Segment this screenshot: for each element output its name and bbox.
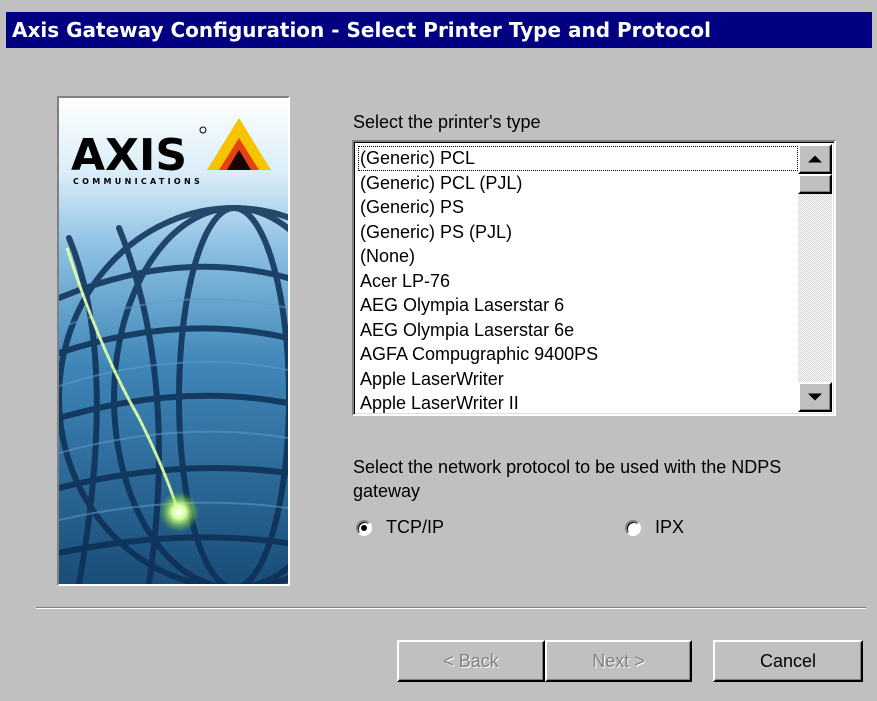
printer-list-item[interactable]: Apple LaserWriter (358, 367, 798, 392)
radio-ipx[interactable]: IPX (625, 517, 684, 538)
axis-wordmark: AXIS (71, 130, 187, 181)
scroll-up-button[interactable] (798, 144, 832, 174)
printer-list-item[interactable]: AGFA Compugraphic 9400PS (358, 342, 798, 367)
radio-tcpip-label: TCP/IP (386, 517, 445, 537)
axis-logo-panel: AXIS COMMUNICATIONS (57, 96, 290, 586)
protocol-label: Select the network protocol to be used w… (353, 457, 782, 501)
printer-list-item[interactable]: AEG Olympia Laserstar 6 (358, 293, 798, 318)
axis-globe-illustration: AXIS COMMUNICATIONS (59, 98, 288, 584)
comet-head (159, 492, 199, 532)
button-separator (36, 607, 866, 609)
printer-list-item[interactable]: (Generic) PS (358, 195, 798, 220)
arrow-up-icon (808, 155, 822, 163)
printer-list-item[interactable]: (Generic) PCL (358, 146, 798, 171)
printer-list-item[interactable]: (Generic) PCL (PJL) (358, 171, 798, 196)
next-button[interactable]: Next > (545, 640, 692, 682)
radio-tcpip-circle[interactable] (356, 519, 372, 536)
arrow-down-icon (808, 393, 822, 401)
printer-list-item[interactable]: (Generic) PS (PJL) (358, 220, 798, 245)
printer-list-scrollbar[interactable] (798, 144, 832, 412)
axis-tagline: COMMUNICATIONS (73, 177, 203, 186)
printer-list-item[interactable]: (None) (358, 244, 798, 269)
printer-list-item[interactable]: Apple LaserWriter II (358, 391, 798, 414)
radio-ipx-label: IPX (655, 517, 685, 537)
radio-ipx-circle[interactable] (625, 519, 641, 536)
printer-type-listbox[interactable]: (Generic) PCL (Generic) PCL (PJL) (Generic… (352, 140, 836, 416)
scroll-thumb[interactable] (798, 174, 832, 194)
cancel-button[interactable]: Cancel (713, 640, 863, 682)
printer-type-label: Select the printer's type (353, 112, 541, 132)
scroll-down-button[interactable] (798, 382, 832, 412)
printer-list-item[interactable]: Acer LP-76 (358, 269, 798, 294)
radio-tcpip[interactable]: TCP/IP (356, 517, 444, 538)
printer-list-item[interactable]: AEG Olympia Laserstar 6e (358, 318, 798, 343)
printer-type-items: (Generic) PCL (Generic) PCL (PJL) (Generic… (358, 146, 798, 414)
gateway-config-dialog: Axis Gateway Configuration - Select Prin… (0, 0, 877, 701)
title-bar: Axis Gateway Configuration - Select Prin… (6, 12, 872, 48)
back-button[interactable]: < Back (397, 640, 545, 682)
